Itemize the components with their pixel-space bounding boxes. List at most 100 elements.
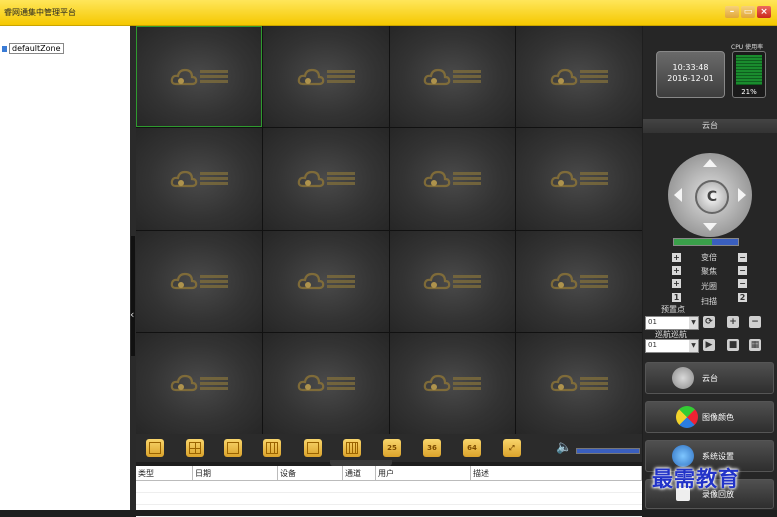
splitter-handle[interactable] <box>131 236 135 356</box>
cloud-icon <box>550 68 578 85</box>
col-type[interactable]: 类型 <box>136 466 193 481</box>
video-cell[interactable] <box>262 26 389 128</box>
device-tree: defaultZone <box>0 26 130 510</box>
video-cell[interactable] <box>516 128 642 230</box>
maximize-button[interactable]: ▭ <box>741 6 755 18</box>
window-title: 睿网通集中管理平台 <box>4 8 76 17</box>
preset-label: 预置点 <box>661 305 685 314</box>
col-date[interactable]: 日期 <box>192 466 278 481</box>
video-cell[interactable] <box>136 332 262 434</box>
events-panel: 类型 日期 设备 通道 用户 描述 <box>136 466 642 517</box>
brand-logo <box>297 271 355 291</box>
cloud-icon <box>424 375 451 392</box>
scan-2-button[interactable]: 2 <box>738 293 747 302</box>
brand-text <box>453 376 482 390</box>
video-cell[interactable] <box>136 128 262 230</box>
video-cell[interactable] <box>389 230 516 332</box>
video-cell[interactable] <box>262 230 389 332</box>
layout-9-button[interactable] <box>263 439 281 457</box>
cruise-grid-button[interactable]: ▦ <box>749 339 761 351</box>
col-channel[interactable]: 通道 <box>342 466 376 481</box>
fullscreen-button[interactable]: ⤢ <box>503 439 521 457</box>
ptz-left-button[interactable] <box>674 188 682 202</box>
cruise-stop-button[interactable]: ■ <box>727 339 739 351</box>
preset-goto-button[interactable]: ⟳ <box>703 316 715 328</box>
zoom-out-button[interactable]: − <box>738 253 747 262</box>
video-cell[interactable] <box>262 332 389 434</box>
cloud-icon <box>170 68 198 85</box>
brand-logo <box>550 67 609 87</box>
cloud-icon <box>424 68 451 85</box>
brand-text <box>580 70 609 84</box>
cloud-icon <box>550 273 578 290</box>
video-cell[interactable] <box>516 332 642 434</box>
layout-4-button[interactable] <box>186 439 204 457</box>
cloud-icon <box>170 273 198 290</box>
volume-slider[interactable] <box>576 448 640 454</box>
video-cell[interactable] <box>389 332 516 434</box>
video-cell[interactable] <box>262 128 389 230</box>
preset-add-button[interactable]: + <box>727 316 739 328</box>
layout-13-button[interactable] <box>304 439 322 457</box>
ptz-right-button[interactable] <box>738 188 746 202</box>
layout-toolbar: 25 36 64 ⤢ 🔈 <box>136 434 642 462</box>
brand-logo <box>170 67 228 87</box>
chevron-down-icon: ▼ <box>689 317 698 329</box>
col-user[interactable]: 用户 <box>375 466 471 481</box>
video-cell[interactable] <box>389 26 516 128</box>
image-color-button[interactable]: 图像颜色 <box>645 401 774 433</box>
brand-logo <box>170 271 228 291</box>
video-cell[interactable] <box>136 230 262 332</box>
preset-delete-button[interactable]: − <box>749 316 761 328</box>
cloud-icon <box>297 170 324 187</box>
speaker-icon[interactable]: 🔈 <box>556 440 572 455</box>
focus-near-button[interactable]: + <box>672 266 681 275</box>
brand-logo <box>297 67 355 87</box>
cruise-select[interactable]: 01 ▼ <box>645 339 699 353</box>
brand-text <box>199 376 228 390</box>
cpu-percent: 21% <box>741 88 757 96</box>
brand-text <box>326 172 355 186</box>
brand-text <box>326 70 355 84</box>
ptz-auto-button[interactable]: C <box>695 180 729 214</box>
focus-far-button[interactable]: − <box>738 266 747 275</box>
ptz-direction-pad: C <box>668 153 752 237</box>
collapse-arrow-icon[interactable]: ‹ <box>130 308 134 321</box>
iris-open-button[interactable]: + <box>672 279 681 288</box>
col-device[interactable]: 设备 <box>277 466 343 481</box>
cpu-meter: 21% <box>732 51 766 98</box>
video-cell[interactable] <box>389 128 516 230</box>
layout-6-button[interactable] <box>224 439 242 457</box>
layout-64-button[interactable]: 64 <box>463 439 481 457</box>
tree-node-defaultzone[interactable]: defaultZone <box>2 43 64 54</box>
minimize-button[interactable]: – <box>725 6 739 18</box>
clock-display: 10:33:48 2016-12-01 <box>656 51 725 98</box>
video-grid <box>136 26 642 434</box>
ptz-up-button[interactable] <box>703 159 717 167</box>
layout-25-button[interactable]: 25 <box>383 439 401 457</box>
col-desc[interactable]: 描述 <box>470 466 642 481</box>
scan-1-button[interactable]: 1 <box>672 293 681 302</box>
brand-logo <box>550 373 609 393</box>
layout-1-button[interactable] <box>146 439 164 457</box>
brand-logo <box>297 373 355 393</box>
layout-36-button[interactable]: 36 <box>423 439 441 457</box>
brand-logo <box>423 271 482 291</box>
brand-text <box>453 172 482 186</box>
zoom-in-button[interactable]: + <box>672 253 681 262</box>
chevron-down-icon: ▼ <box>689 340 698 352</box>
close-button[interactable]: × <box>757 6 771 18</box>
ptz-header: 云台 <box>643 119 777 133</box>
iris-close-button[interactable]: − <box>738 279 747 288</box>
layout-16-button[interactable] <box>343 439 361 457</box>
preset-select[interactable]: 01 ▼ <box>645 316 699 330</box>
ptz-button[interactable]: 云台 <box>645 362 774 394</box>
video-cell[interactable] <box>136 26 262 128</box>
watermark: 最需教育 <box>652 466 740 491</box>
title-bar: 睿网通集中管理平台 – ▭ × <box>0 0 777 26</box>
ptz-down-button[interactable] <box>703 223 717 231</box>
video-cell[interactable] <box>516 230 642 332</box>
video-cell[interactable] <box>516 26 642 128</box>
ptz-speed-slider[interactable] <box>673 238 739 246</box>
cruise-play-button[interactable]: ▶ <box>703 339 715 351</box>
